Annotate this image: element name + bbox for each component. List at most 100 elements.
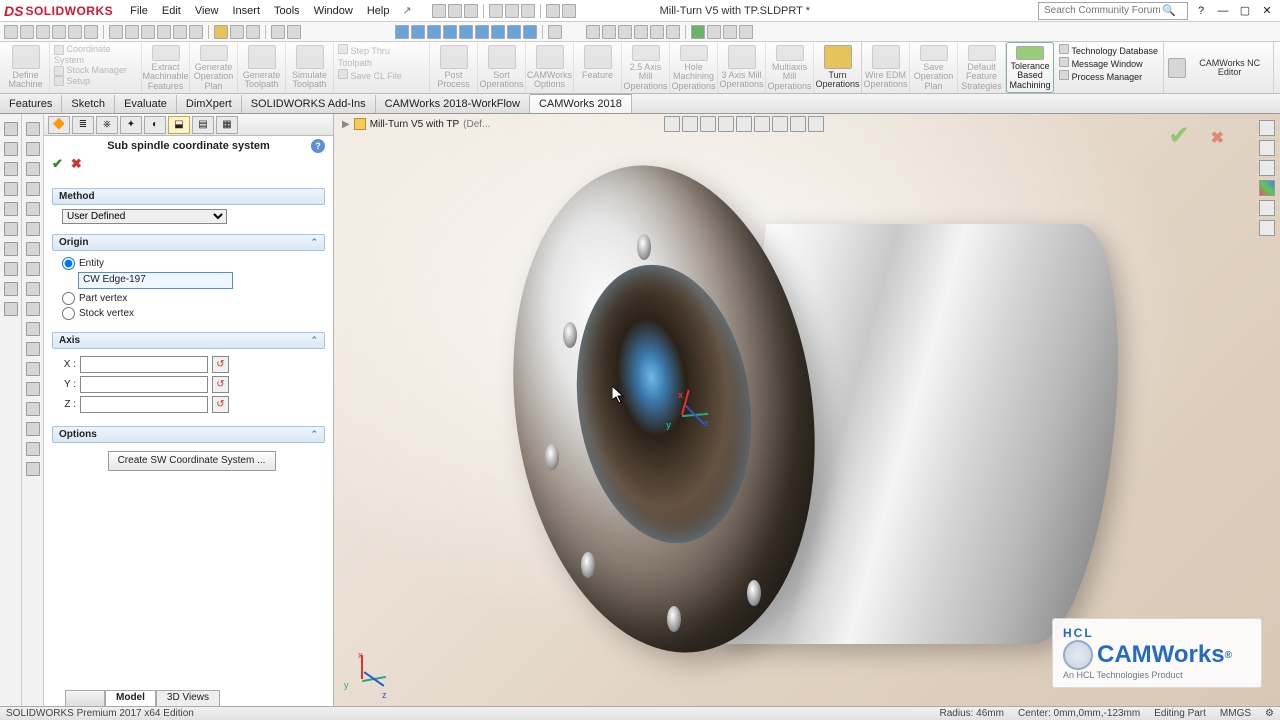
tab-camworks-workflow[interactable]: CAMWorks 2018-WorkFlow — [376, 95, 530, 113]
micro-icon[interactable] — [4, 122, 18, 136]
micro-icon[interactable] — [26, 342, 40, 356]
micro-icon[interactable] — [4, 302, 18, 316]
qat-icon[interactable] — [475, 25, 489, 39]
qat-icon[interactable] — [157, 25, 171, 39]
axis-z-flip-icon[interactable]: ↺ — [212, 396, 229, 413]
vp-zoom-icon[interactable] — [664, 116, 680, 132]
micro-icon[interactable] — [26, 362, 40, 376]
pm-tab-icon[interactable]: ⎈ — [96, 116, 118, 134]
qat-icon[interactable] — [427, 25, 441, 39]
collapse-icon[interactable]: ⌃ — [310, 237, 318, 248]
breadcrumb-arrow-icon[interactable]: ▶ — [342, 119, 350, 130]
tab-evaluate[interactable]: Evaluate — [115, 95, 177, 113]
vp-rotate-icon[interactable] — [700, 116, 716, 132]
menu-edit[interactable]: Edit — [155, 3, 188, 19]
micro-icon[interactable] — [4, 222, 18, 236]
qat-icon[interactable] — [20, 25, 34, 39]
rib-3axis-mill[interactable]: 3 Axis Mill Operations — [718, 42, 766, 93]
origin-entity-radio-input[interactable] — [62, 257, 75, 270]
section-axis-header[interactable]: Axis ⌃ — [52, 332, 325, 349]
qat-icon[interactable] — [459, 25, 473, 39]
qat-open-icon[interactable] — [448, 4, 462, 18]
origin-entity-value[interactable]: CW Edge-197 — [78, 272, 233, 289]
pm-tab-icon-active[interactable]: ⬓ — [168, 116, 190, 134]
micro-icon[interactable] — [26, 302, 40, 316]
tab-sketch[interactable]: Sketch — [62, 95, 115, 113]
rib-define-machine[interactable]: Define Machine — [2, 42, 50, 93]
origin-stockvertex-radio-input[interactable] — [62, 307, 75, 320]
viewport-reject-icon[interactable]: ✖ — [1211, 128, 1224, 148]
micro-icon[interactable] — [26, 442, 40, 456]
qat-icon[interactable] — [650, 25, 664, 39]
qat-icon[interactable] — [548, 25, 562, 39]
micro-icon[interactable] — [26, 122, 40, 136]
right-icon[interactable] — [1259, 120, 1275, 136]
qat-icon[interactable] — [443, 25, 457, 39]
tab-features[interactable]: Features — [0, 95, 62, 113]
pm-tab-icon[interactable]: ✦ — [120, 116, 142, 134]
vp-pan-icon[interactable] — [682, 116, 698, 132]
rib-save-opplan[interactable]: Save Operation Plan — [910, 42, 958, 93]
rib-generate-toolpath[interactable]: Generate Toolpath — [238, 42, 286, 93]
micro-icon[interactable] — [4, 282, 18, 296]
rib-sort-ops[interactable]: Sort Operations — [478, 42, 526, 93]
micro-icon[interactable] — [26, 182, 40, 196]
origin-partvertex-radio-input[interactable] — [62, 292, 75, 305]
rib-tolerance-machining[interactable]: Tolerance Based Machining — [1006, 42, 1054, 93]
qat-icon[interactable] — [739, 25, 753, 39]
tab-dimxpert[interactable]: DimXpert — [177, 95, 242, 113]
micro-icon[interactable] — [4, 262, 18, 276]
collapse-icon[interactable]: ⌃ — [310, 335, 318, 346]
rib-turn-ops[interactable]: Turn Operations — [814, 42, 862, 93]
axis-z-input[interactable] — [80, 396, 208, 413]
pm-tab-icon[interactable]: ▦ — [216, 116, 238, 134]
qat-icon[interactable] — [4, 25, 18, 39]
part-model[interactable]: x y z — [444, 154, 1024, 694]
window-restore-icon[interactable]: ▢ — [1236, 2, 1254, 20]
qat-icon[interactable] — [109, 25, 123, 39]
panel-ok-icon[interactable]: ✔ — [52, 156, 63, 172]
qat-icon[interactable] — [507, 25, 521, 39]
bottom-tab-model[interactable]: Model — [105, 690, 156, 706]
qat-icon[interactable] — [491, 25, 505, 39]
rib-multiaxis-mill[interactable]: Multiaxis Mill Operations — [766, 42, 814, 93]
menu-file[interactable]: File — [123, 3, 155, 19]
rib-nc-editor[interactable]: CAMWorks NC Editor — [1164, 42, 1274, 93]
micro-icon[interactable] — [26, 462, 40, 476]
qat-undo-icon[interactable] — [505, 4, 519, 18]
right-appearance-icon[interactable] — [1259, 180, 1275, 196]
window-close-icon[interactable]: ✕ — [1258, 2, 1276, 20]
section-method-header[interactable]: Method — [52, 188, 325, 205]
micro-icon[interactable] — [26, 282, 40, 296]
qat-icon[interactable] — [189, 25, 203, 39]
axis-y-flip-icon[interactable]: ↺ — [212, 376, 229, 393]
pm-tab-icon[interactable]: ≣ — [72, 116, 94, 134]
right-icon[interactable] — [1259, 220, 1275, 236]
micro-icon[interactable] — [26, 242, 40, 256]
rib-simulate-toolpath[interactable]: Simulate Toolpath — [286, 42, 334, 93]
qat-rebuild-icon[interactable] — [546, 4, 560, 18]
rib-generate-opplan[interactable]: Generate Operation Plan — [190, 42, 238, 93]
rib-coord-stock-setup[interactable]: Coordinate System Stock Manager Setup — [50, 42, 142, 93]
pm-tab-icon[interactable]: ◐ — [144, 116, 166, 134]
micro-icon[interactable] — [26, 202, 40, 216]
vp-display-icon[interactable] — [736, 116, 752, 132]
help-icon[interactable]: ? — [1192, 2, 1210, 20]
panel-help-icon[interactable]: ? — [311, 139, 325, 153]
qat-icon[interactable] — [287, 25, 301, 39]
window-minimize-icon[interactable]: — — [1214, 2, 1232, 20]
micro-icon[interactable] — [26, 322, 40, 336]
qat-icon[interactable] — [395, 25, 409, 39]
status-gear-icon[interactable]: ⚙ — [1265, 708, 1274, 719]
qat-icon[interactable] — [602, 25, 616, 39]
section-origin-header[interactable]: Origin ⌃ — [52, 234, 325, 251]
micro-icon[interactable] — [4, 162, 18, 176]
rib-25axis-mill[interactable]: 2.5 Axis Mill Operations — [622, 42, 670, 93]
qat-icon[interactable] — [36, 25, 50, 39]
rib-camworks-options[interactable]: CAMWorks Options — [526, 42, 574, 93]
qat-icon[interactable] — [246, 25, 260, 39]
tab-camworks-2018[interactable]: CAMWorks 2018 — [530, 94, 632, 113]
rib-wire-edm[interactable]: Wire EDM Operations — [862, 42, 910, 93]
axis-y-input[interactable] — [80, 376, 208, 393]
micro-icon[interactable] — [26, 142, 40, 156]
